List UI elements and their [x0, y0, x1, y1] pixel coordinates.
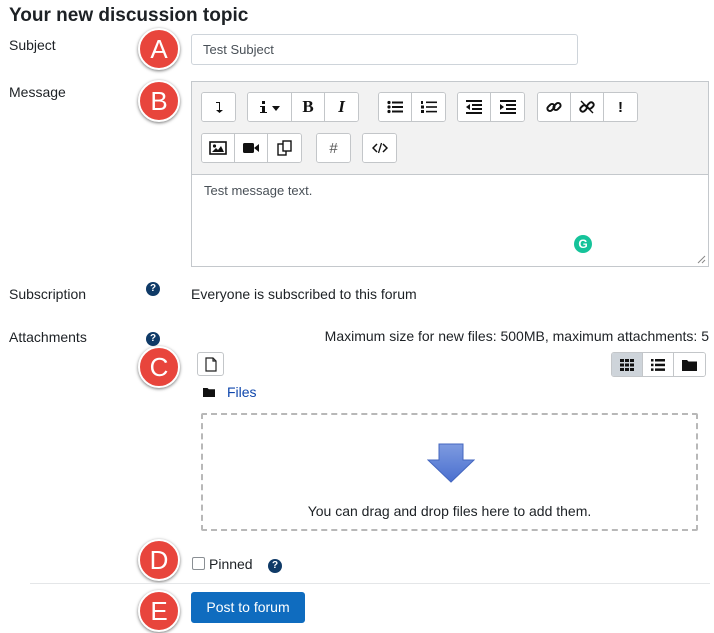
outdent-icon[interactable]: [458, 93, 491, 121]
toolbar-group-indent: [457, 92, 525, 122]
subscription-label: Subscription: [9, 286, 87, 302]
indent-icon[interactable]: [491, 93, 524, 121]
message-editor: B I ! # Test message text. G: [191, 81, 709, 267]
html-icon[interactable]: [363, 134, 396, 162]
subject-label: Subject: [9, 37, 56, 53]
message-text: Test message text.: [204, 183, 313, 198]
video-icon[interactable]: [235, 134, 268, 162]
toolbar-group-lists: [378, 92, 446, 122]
link-icon[interactable]: [538, 93, 571, 121]
annotation-marker-b: B: [138, 80, 180, 122]
attachments-label: Attachments: [9, 329, 87, 345]
toolbar-group-collapse: [201, 92, 236, 122]
page-title: Your new discussion topic: [9, 5, 249, 26]
toolbar-group-format: B I: [247, 92, 359, 122]
emoji-icon[interactable]: !: [604, 93, 637, 121]
annotation-marker-d: D: [138, 539, 180, 581]
post-to-forum-button[interactable]: Post to forum: [191, 592, 305, 623]
attachments-limits: Maximum size for new files: 500MB, maxim…: [324, 328, 709, 344]
file-icon: [204, 356, 217, 372]
message-label: Message: [9, 84, 66, 100]
manage-files-icon[interactable]: [268, 134, 301, 162]
grid-view-icon[interactable]: [612, 353, 643, 376]
divider: [30, 583, 710, 584]
file-drop-zone[interactable]: You can drag and drop files here to add …: [201, 413, 698, 531]
annotation-marker-e: E: [138, 590, 180, 632]
ordered-list-icon[interactable]: [412, 93, 445, 121]
toolbar-group-links: !: [537, 92, 638, 122]
bold-icon[interactable]: B: [292, 93, 325, 121]
annotation-marker-c: C: [138, 346, 180, 388]
equation-icon[interactable]: #: [317, 134, 350, 162]
view-toggle-group: [611, 352, 706, 377]
folder-view-icon[interactable]: [674, 353, 705, 376]
toolbar-group-equation: #: [316, 133, 351, 163]
grammarly-icon[interactable]: G: [574, 235, 592, 253]
add-file-button[interactable]: [197, 352, 224, 376]
pinned-label: Pinned: [209, 556, 253, 572]
files-folder-link[interactable]: Files: [227, 384, 257, 400]
unordered-list-icon[interactable]: [379, 93, 412, 121]
pinned-checkbox[interactable]: [192, 557, 205, 570]
collapse-icon[interactable]: [202, 93, 235, 121]
italic-icon[interactable]: I: [325, 93, 358, 121]
drop-zone-text: You can drag and drop files here to add …: [307, 503, 592, 519]
paragraph-style-icon[interactable]: [248, 93, 292, 121]
annotation-marker-a: A: [138, 28, 180, 70]
subject-input[interactable]: Test Subject: [191, 34, 578, 65]
message-textarea[interactable]: Test message text. G: [192, 174, 708, 266]
subscription-text: Everyone is subscribed to this forum: [191, 286, 417, 302]
image-icon[interactable]: [202, 134, 235, 162]
toolbar-group-media: [201, 133, 302, 163]
subscription-help-icon[interactable]: ?: [146, 282, 160, 296]
attachments-help-icon[interactable]: ?: [146, 332, 160, 346]
drop-arrow-icon: [427, 443, 475, 483]
folder-icon: [203, 388, 215, 397]
pinned-help-icon[interactable]: ?: [268, 559, 282, 573]
toolbar-group-html: [362, 133, 397, 163]
list-view-icon[interactable]: [643, 353, 674, 376]
resize-handle-icon[interactable]: [697, 255, 706, 264]
unlink-icon[interactable]: [571, 93, 604, 121]
